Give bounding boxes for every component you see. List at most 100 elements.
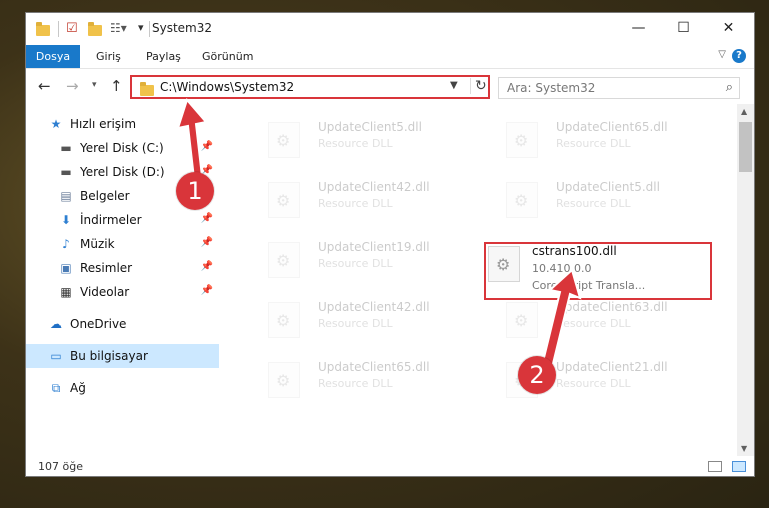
address-bar[interactable]: C:\Windows\System32 ▼ ↻: [130, 75, 490, 99]
dll-file-icon: [268, 182, 300, 218]
file-type: Resource DLL: [556, 197, 631, 210]
search-icon: ⌕: [725, 80, 733, 95]
dll-file-icon: [268, 362, 300, 398]
tab-view[interactable]: Görünüm: [192, 45, 263, 68]
dll-file-icon: [506, 122, 538, 158]
sidebar-item-pictures[interactable]: ▣ Resimler 📌: [26, 256, 219, 280]
annotation-badge-2: 2: [518, 356, 556, 394]
scroll-thumb[interactable]: [739, 122, 752, 172]
file-item[interactable]: UpdateClient65.dll Resource DLL: [484, 114, 714, 166]
file-type: Resource DLL: [556, 317, 631, 330]
drive-icon: ▬: [60, 141, 72, 155]
dll-file-icon: [506, 182, 538, 218]
dll-file-icon: [506, 302, 538, 338]
refresh-icon[interactable]: ↻: [470, 78, 487, 94]
quick-access-menu-icon[interactable]: ☷▾: [110, 21, 127, 37]
pin-icon[interactable]: 📌: [201, 213, 213, 224]
file-type: Resource DLL: [318, 317, 393, 330]
sidebar-item-this-pc[interactable]: ▭ Bu bilgisayar: [26, 344, 219, 368]
new-folder-icon[interactable]: [88, 21, 102, 37]
download-icon: ⬇: [60, 213, 72, 227]
file-type: Resource DLL: [318, 197, 393, 210]
vertical-scrollbar[interactable]: ▲ ▼: [737, 104, 754, 456]
tab-file[interactable]: Dosya: [26, 45, 80, 68]
file-item[interactable]: UpdateClient65.dll Resource DLL: [246, 354, 476, 406]
sidebar-item-music[interactable]: ♪ Müzik 📌: [26, 232, 219, 256]
tab-share[interactable]: Paylaş: [136, 45, 191, 68]
highlight-box: [484, 242, 712, 300]
scroll-up-icon[interactable]: ▲: [741, 107, 747, 116]
search-box[interactable]: Ara: System32 ⌕: [498, 77, 740, 99]
folder-icon: [140, 82, 154, 96]
file-type: Resource DLL: [318, 257, 393, 270]
window-title: System32: [152, 21, 213, 35]
title-bar: ☑ ☷▾ ▾ System32 — ☐ ✕: [26, 13, 754, 45]
sidebar-item-label: Resimler: [80, 261, 133, 275]
tab-home[interactable]: Giriş: [86, 45, 131, 68]
pin-icon[interactable]: 📌: [201, 237, 213, 248]
explorer-window: ☑ ☷▾ ▾ System32 — ☐ ✕ Dosya Giriş Paylaş…: [25, 12, 755, 477]
sidebar-item-label: Hızlı erişim: [70, 117, 137, 131]
sidebar-item-label: Müzik: [80, 237, 115, 251]
file-item[interactable]: UpdateClient42.dll Resource DLL: [246, 294, 476, 346]
customize-toolbar-icon[interactable]: ▾: [138, 21, 144, 37]
up-arrow-icon[interactable]: ↑: [110, 77, 123, 95]
recent-locations-icon[interactable]: ▾: [92, 80, 97, 90]
sidebar-item-videos[interactable]: ▦ Videolar 📌: [26, 280, 219, 304]
forward-arrow-icon[interactable]: →: [66, 77, 79, 95]
maximize-button[interactable]: ☐: [661, 13, 706, 43]
file-name: UpdateClient42.dll: [318, 180, 430, 194]
sidebar-item-quick-access[interactable]: ★ Hızlı erişim: [26, 112, 219, 136]
pictures-icon: ▣: [60, 261, 72, 275]
music-icon: ♪: [62, 237, 70, 251]
drive-icon: ▬: [60, 165, 72, 179]
dll-file-icon: [268, 302, 300, 338]
file-name: UpdateClient5.dll: [556, 180, 660, 194]
sidebar-item-label: Yerel Disk (D:): [80, 165, 165, 179]
details-view-icon[interactable]: [708, 461, 722, 472]
minimize-button[interactable]: —: [616, 13, 661, 43]
documents-icon: ▤: [60, 189, 72, 203]
back-arrow-icon[interactable]: ←: [38, 77, 51, 95]
file-item[interactable]: UpdateClient42.dll Resource DLL: [246, 174, 476, 226]
large-icons-view-icon[interactable]: [732, 461, 746, 472]
file-item[interactable]: UpdateClient5.dll Resource DLL: [246, 114, 476, 166]
properties-icon[interactable]: ☑: [66, 21, 78, 37]
sidebar-item-label: Ağ: [70, 381, 86, 395]
pin-icon[interactable]: 📌: [201, 261, 213, 272]
folder-icon[interactable]: [36, 21, 50, 37]
file-name: UpdateClient19.dll: [318, 240, 430, 254]
file-item[interactable]: UpdateClient5.dll Resource DLL: [484, 174, 714, 226]
search-placeholder: Ara: System32: [507, 81, 596, 95]
sidebar-item-label: İndirmeler: [80, 213, 142, 227]
sidebar-item-label: Belgeler: [80, 189, 130, 203]
help-icon[interactable]: ?: [732, 49, 746, 63]
sidebar-item-label: OneDrive: [70, 317, 127, 331]
file-type: Resource DLL: [318, 137, 393, 150]
sidebar-item-downloads[interactable]: ⬇ İndirmeler 📌: [26, 208, 219, 232]
file-list: UpdateClient5.dll Resource DLL UpdateCli…: [222, 104, 737, 456]
item-count: 107 öğe: [38, 460, 83, 473]
file-item[interactable]: UpdateClient63.dll Resource DLL: [484, 294, 714, 346]
status-bar: 107 öğe: [26, 456, 754, 476]
navigation-bar: ← → ▾ ↑ C:\Windows\System32 ▼ ↻ Ara: Sys…: [26, 68, 754, 104]
close-button[interactable]: ✕: [706, 13, 751, 43]
address-path: C:\Windows\System32: [160, 80, 295, 94]
pin-icon[interactable]: 📌: [201, 285, 213, 296]
chevron-down-icon[interactable]: ▼: [450, 80, 458, 91]
expand-ribbon-icon[interactable]: ▽: [718, 49, 726, 60]
file-type: Resource DLL: [556, 137, 631, 150]
dll-file-icon: [268, 242, 300, 278]
scroll-down-icon[interactable]: ▼: [741, 444, 747, 453]
sidebar-item-label: Bu bilgisayar: [70, 349, 148, 363]
sidebar-item-onedrive[interactable]: ☁ OneDrive: [26, 312, 219, 336]
sidebar-item-label: Videolar: [80, 285, 130, 299]
file-item[interactable]: UpdateClient19.dll Resource DLL: [246, 234, 476, 286]
file-name: UpdateClient21.dll: [556, 360, 668, 374]
sidebar-item-network[interactable]: ⧉ Ağ: [26, 376, 219, 400]
file-name: UpdateClient5.dll: [318, 120, 422, 134]
ribbon: Dosya Giriş Paylaş Görünüm ▽ ?: [26, 45, 754, 68]
annotation-badge-1: 1: [176, 172, 214, 210]
sidebar-item-drive-c[interactable]: ▬ Yerel Disk (C:) 📌: [26, 136, 219, 160]
pin-icon[interactable]: 📌: [201, 141, 213, 152]
